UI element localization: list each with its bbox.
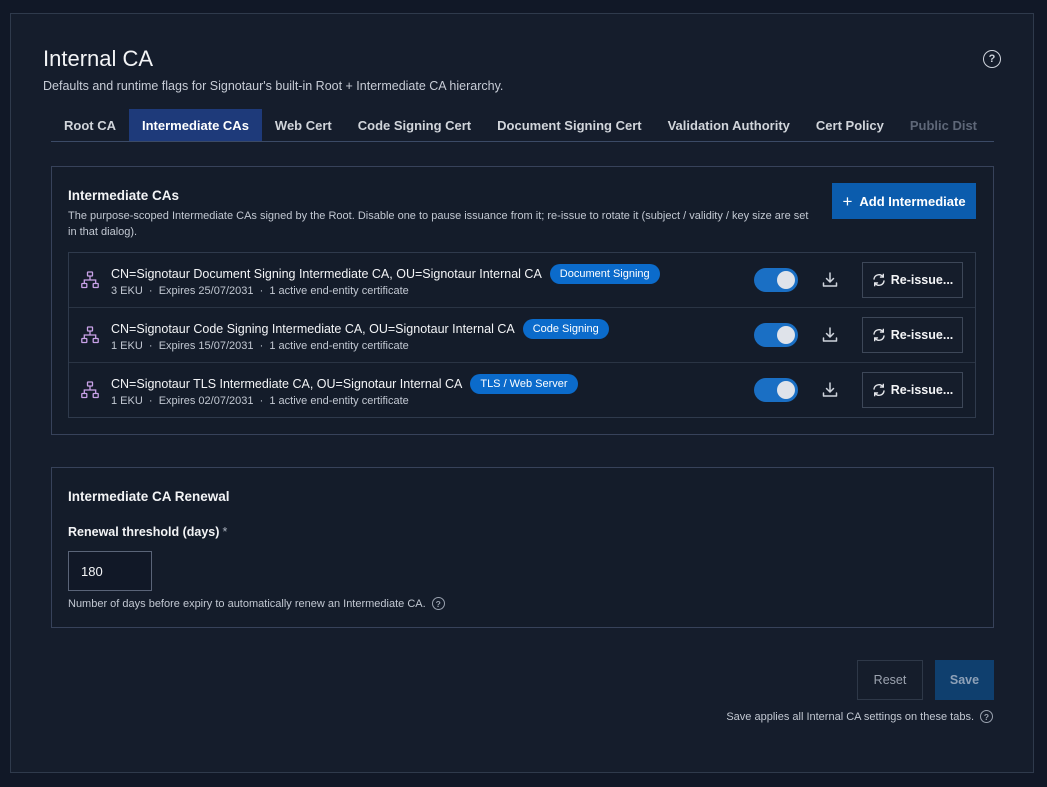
intermediate-name-line: CN=Signotaur Code Signing Intermediate C… xyxy=(111,319,609,339)
expiry-date: Expires 25/07/2031 xyxy=(158,285,254,297)
intermediate-row: CN=Signotaur TLS Intermediate CA, OU=Sig… xyxy=(69,363,975,417)
help-icon[interactable]: ? xyxy=(983,50,1001,68)
purpose-badge: Document Signing xyxy=(549,264,660,284)
tab-cert-policy[interactable]: Cert Policy xyxy=(803,109,897,141)
reset-button[interactable]: Reset xyxy=(857,660,923,700)
page-title: Internal CA xyxy=(43,46,154,71)
save-button[interactable]: Save xyxy=(935,660,994,700)
reissue-label: Re-issue... xyxy=(890,383,954,397)
download-icon[interactable] xyxy=(821,326,839,344)
expiry-date: Expires 02/07/2031 xyxy=(158,395,254,407)
add-intermediate-button[interactable]: + Add Intermediate xyxy=(832,183,976,219)
intermediate-name-line: CN=Signotaur TLS Intermediate CA, OU=Sig… xyxy=(111,374,578,394)
tab-public-dist: Public Dist xyxy=(909,117,978,133)
page-subtitle: Defaults and runtime flags for Signotaur… xyxy=(43,79,504,93)
save-note-text: Save applies all Internal CA settings on… xyxy=(726,710,974,723)
intermediate-subject: CN=Signotaur Code Signing Intermediate C… xyxy=(111,322,515,336)
refresh-icon xyxy=(873,328,885,342)
refresh-icon xyxy=(873,383,885,397)
renewal-hint: Number of days before expiry to automati… xyxy=(68,597,445,610)
intermediate-subject: CN=Signotaur Document Signing Intermedia… xyxy=(111,267,542,281)
intermediate-meta: 1 EKU · Expires 02/07/2031 · 1 active en… xyxy=(111,395,409,407)
eku-count: 1 EKU xyxy=(111,395,143,407)
enabled-toggle[interactable] xyxy=(754,268,798,292)
active-cert-count: 1 active end-entity certificate xyxy=(269,285,409,297)
renewal-card: Intermediate CA Renewal Renewal threshol… xyxy=(51,467,994,628)
tab-validation-authority[interactable]: Validation Authority xyxy=(655,109,803,141)
reissue-button[interactable]: Re-issue... xyxy=(862,317,963,353)
renewal-hint-text: Number of days before expiry to automati… xyxy=(68,597,426,610)
intermediate-cas-description: The purpose-scoped Intermediate CAs sign… xyxy=(68,210,809,238)
internal-ca-panel: Internal CA Defaults and runtime flags f… xyxy=(10,13,1034,773)
reissue-button[interactable]: Re-issue... xyxy=(862,372,963,408)
plus-icon: + xyxy=(842,191,853,211)
required-mark: * xyxy=(222,525,228,539)
renewal-title: Intermediate CA Renewal xyxy=(68,489,230,504)
active-cert-count: 1 active end-entity certificate xyxy=(269,395,409,407)
renewal-threshold-label-text: Renewal threshold (days) xyxy=(68,525,220,539)
toggle-knob xyxy=(777,326,795,344)
intermediate-name-line: CN=Signotaur Document Signing Intermedia… xyxy=(111,264,660,284)
toggle-knob xyxy=(777,381,795,399)
tab-intermediate-cas[interactable]: Intermediate CAs xyxy=(129,109,262,141)
question-circle-icon[interactable]: ? xyxy=(980,710,993,723)
reissue-label: Re-issue... xyxy=(890,328,954,342)
tab-web-cert[interactable]: Web Cert xyxy=(262,109,345,141)
intermediate-subject: CN=Signotaur TLS Intermediate CA, OU=Sig… xyxy=(111,377,463,391)
reissue-label: Re-issue... xyxy=(890,273,954,287)
tab-code-signing-cert[interactable]: Code Signing Cert xyxy=(345,109,484,141)
save-note: Save applies all Internal CA settings on… xyxy=(726,710,993,723)
question-circle-icon[interactable]: ? xyxy=(431,597,445,610)
intermediate-cas-card: Intermediate CAs The purpose-scoped Inte… xyxy=(51,166,994,435)
settings-tabs: Root CA Intermediate CAs Web Cert Code S… xyxy=(51,109,994,142)
hierarchy-icon xyxy=(81,381,99,399)
reissue-button[interactable]: Re-issue... xyxy=(862,262,963,298)
purpose-badge: TLS / Web Server xyxy=(470,374,578,394)
expiry-date: Expires 15/07/2031 xyxy=(158,340,254,352)
purpose-badge: Code Signing xyxy=(522,319,609,339)
intermediate-row: CN=Signotaur Code Signing Intermediate C… xyxy=(69,308,975,363)
download-icon[interactable] xyxy=(821,381,839,399)
download-icon[interactable] xyxy=(821,271,839,289)
hierarchy-icon xyxy=(81,271,99,289)
tab-root-ca[interactable]: Root CA xyxy=(51,109,129,141)
add-intermediate-label: Add Intermediate xyxy=(859,193,966,209)
intermediate-meta: 1 EKU · Expires 15/07/2031 · 1 active en… xyxy=(111,340,409,352)
renewal-threshold-input[interactable] xyxy=(68,551,152,591)
tab-document-signing-cert[interactable]: Document Signing Cert xyxy=(484,109,654,141)
intermediate-cas-title: Intermediate CAs xyxy=(68,188,180,203)
intermediate-list: CN=Signotaur Document Signing Intermedia… xyxy=(68,252,976,418)
eku-count: 3 EKU xyxy=(111,285,143,297)
refresh-icon xyxy=(873,273,885,287)
active-cert-count: 1 active end-entity certificate xyxy=(269,340,409,352)
enabled-toggle[interactable] xyxy=(754,323,798,347)
hierarchy-icon xyxy=(81,326,99,344)
intermediate-row: CN=Signotaur Document Signing Intermedia… xyxy=(69,253,975,308)
toggle-knob xyxy=(777,271,795,289)
eku-count: 1 EKU xyxy=(111,340,143,352)
enabled-toggle[interactable] xyxy=(754,378,798,402)
intermediate-meta: 3 EKU · Expires 25/07/2031 · 1 active en… xyxy=(111,285,409,297)
renewal-threshold-label: Renewal threshold (days) * xyxy=(68,525,227,539)
